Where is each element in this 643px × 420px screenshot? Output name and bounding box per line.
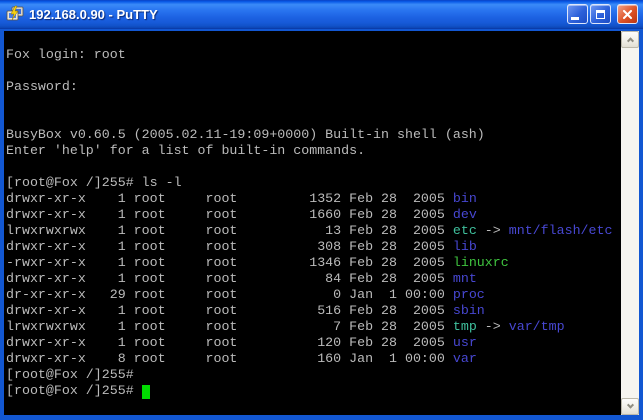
window-title: 192.168.0.90 - PuTTY xyxy=(29,7,567,22)
terminal-row: [root@Fox /]255# xyxy=(6,383,621,399)
terminal-row: drwxr-xr-x 1 root root 516 Feb 28 2005 s… xyxy=(6,303,621,319)
terminal-cursor xyxy=(142,385,150,399)
minimize-icon xyxy=(571,17,579,20)
titlebar-buttons xyxy=(567,4,638,24)
terminal-row: Fox login: root xyxy=(6,47,621,63)
scrollbar-track[interactable] xyxy=(621,48,639,398)
maximize-button[interactable] xyxy=(590,4,611,24)
terminal-row xyxy=(6,63,621,79)
terminal-row xyxy=(6,399,621,415)
terminal-row: BusyBox v0.60.5 (2005.02.11-19:09+0000) … xyxy=(6,127,621,143)
terminal-row: lrwxrwxrwx 1 root root 13 Feb 28 2005 et… xyxy=(6,223,621,239)
chevron-up-icon xyxy=(626,37,633,44)
putty-window: 192.168.0.90 - PuTTY Fox login: root Pass… xyxy=(0,0,643,420)
terminal-row: -rwxr-xr-x 1 root root 1346 Feb 28 2005 … xyxy=(6,255,621,271)
maximize-icon xyxy=(596,10,605,19)
terminal-row: Password: xyxy=(6,79,621,95)
terminal-row xyxy=(6,159,621,175)
terminal-row: drwxr-xr-x 1 root root 84 Feb 28 2005 mn… xyxy=(6,271,621,287)
terminal-row xyxy=(6,111,621,127)
terminal-row: drwxr-xr-x 1 root root 308 Feb 28 2005 l… xyxy=(6,239,621,255)
terminal-screen[interactable]: Fox login: root Password: BusyBox v0.60.5 … xyxy=(4,31,621,415)
terminal-row: drwxr-xr-x 8 root root 160 Jan 1 00:00 v… xyxy=(6,351,621,367)
titlebar[interactable]: 192.168.0.90 - PuTTY xyxy=(0,0,643,29)
scroll-down-button[interactable] xyxy=(621,398,639,415)
terminal-row: [root@Fox /]255# xyxy=(6,367,621,383)
close-button[interactable] xyxy=(617,4,638,24)
terminal-row: drwxr-xr-x 1 root root 1660 Feb 28 2005 … xyxy=(6,207,621,223)
terminal-row: dr-xr-xr-x 29 root root 0 Jan 1 00:00 pr… xyxy=(6,287,621,303)
terminal-row xyxy=(6,95,621,111)
minimize-button[interactable] xyxy=(567,4,588,24)
terminal-row: lrwxrwxrwx 1 root root 7 Feb 28 2005 tmp… xyxy=(6,319,621,335)
putty-terminals-icon xyxy=(6,5,24,23)
scroll-up-button[interactable] xyxy=(621,31,639,48)
terminal-row: drwxr-xr-x 1 root root 120 Feb 28 2005 u… xyxy=(6,335,621,351)
terminal-row xyxy=(6,31,621,47)
scrollbar[interactable] xyxy=(621,31,639,415)
terminal-row: drwxr-xr-x 1 root root 1352 Feb 28 2005 … xyxy=(6,191,621,207)
terminal-row: [root@Fox /]255# ls -l xyxy=(6,175,621,191)
close-icon xyxy=(622,9,633,20)
window-body: Fox login: root Password: BusyBox v0.60.5 … xyxy=(4,31,639,415)
terminal-row: Enter 'help' for a list of built-in comm… xyxy=(6,143,621,159)
chevron-down-icon xyxy=(626,402,633,409)
